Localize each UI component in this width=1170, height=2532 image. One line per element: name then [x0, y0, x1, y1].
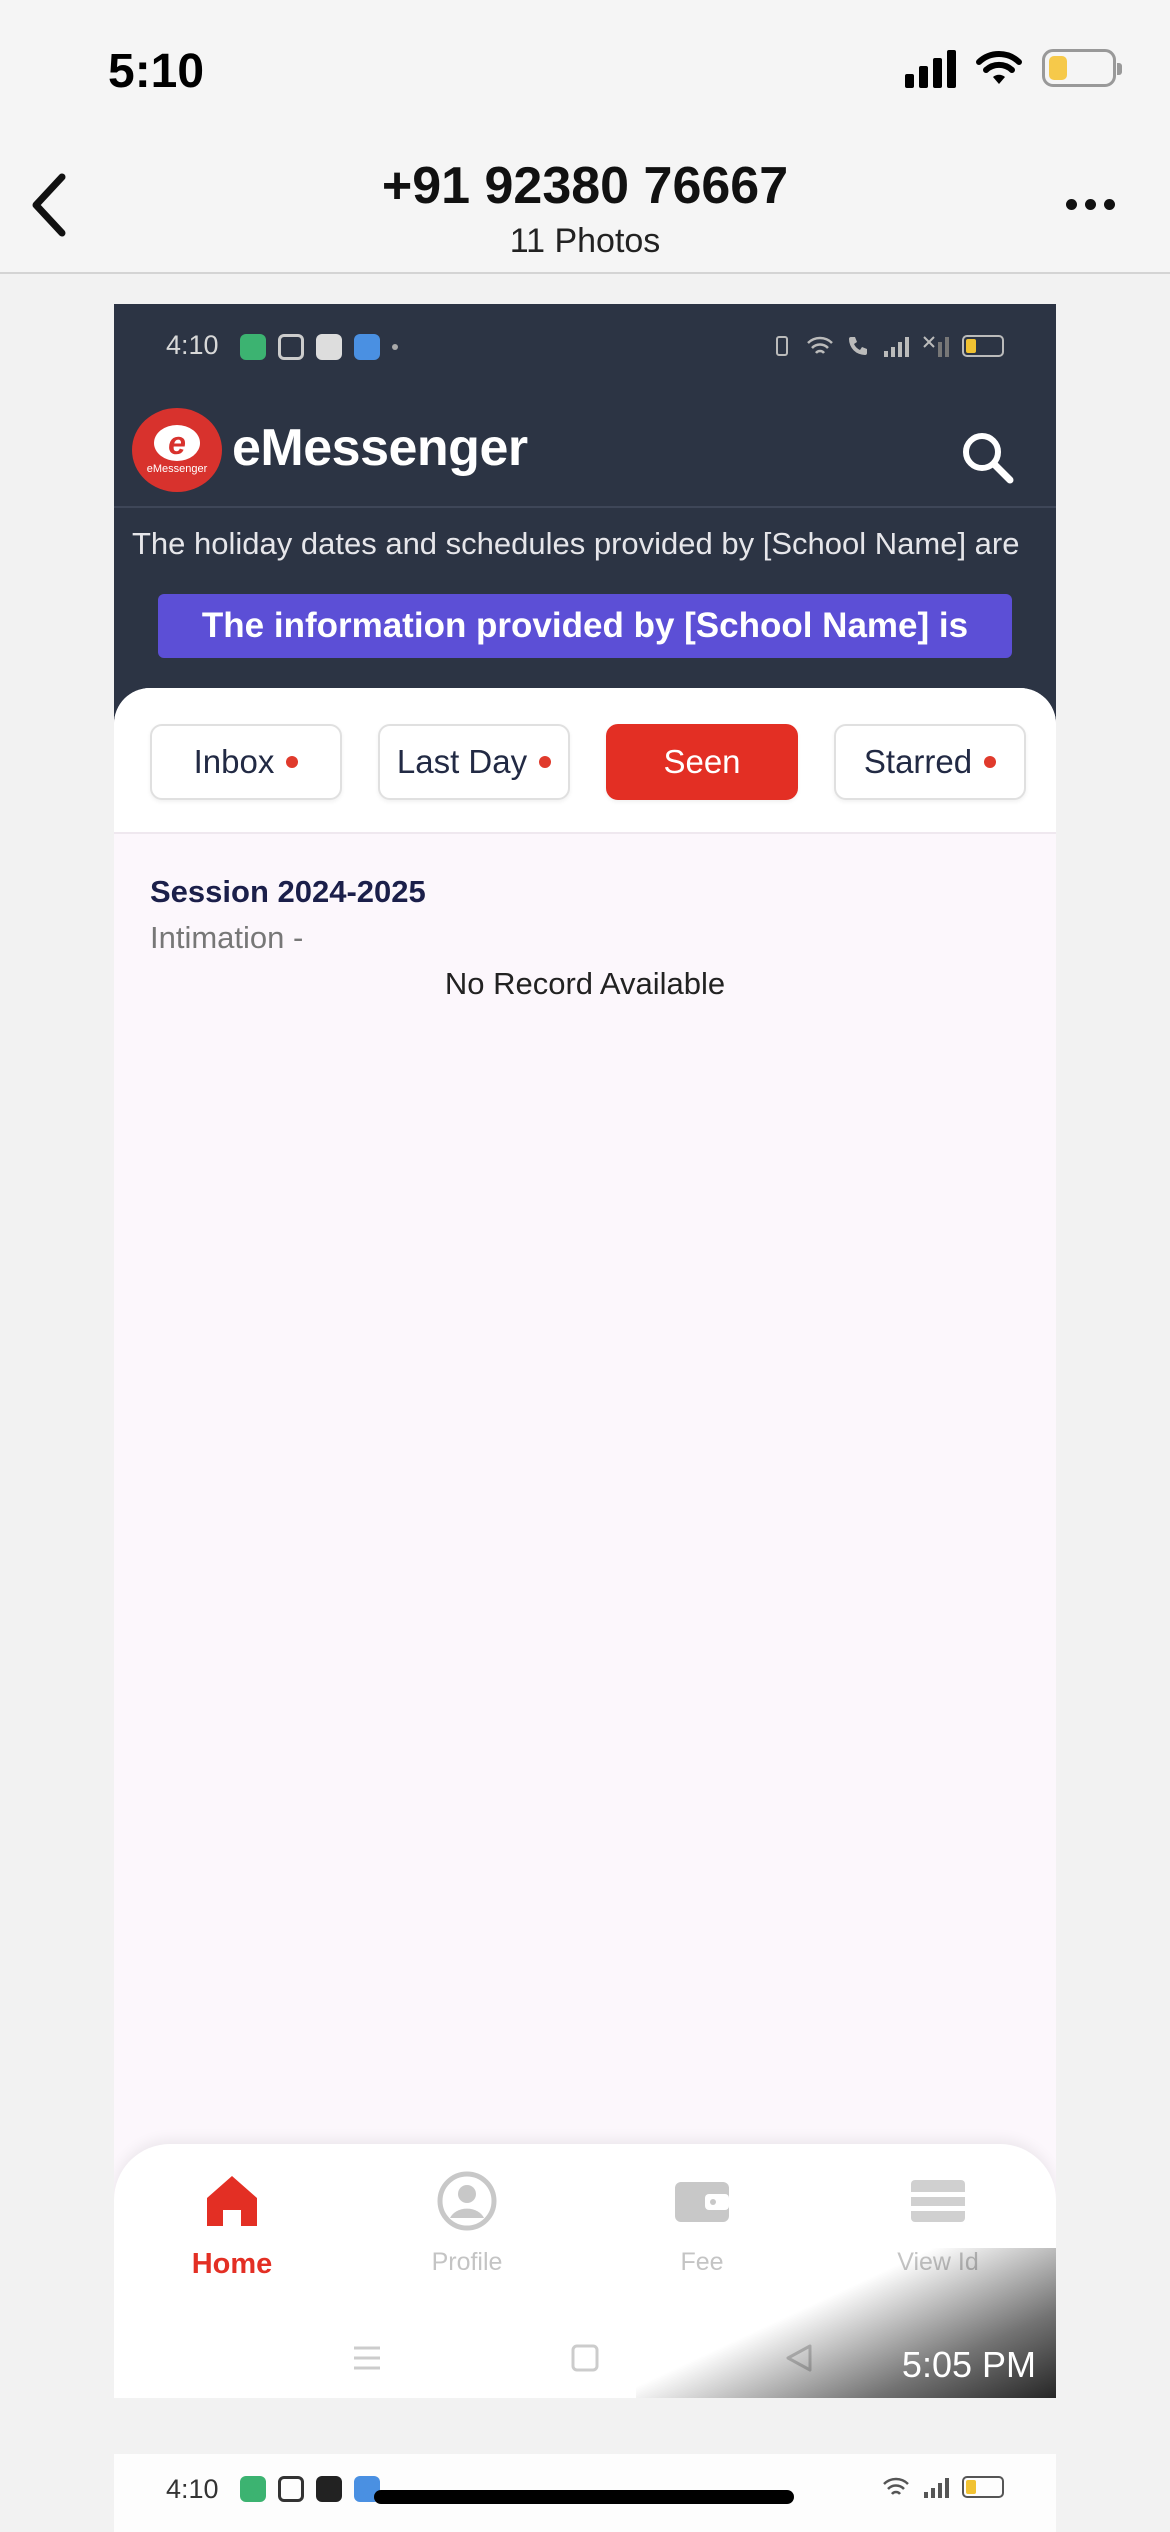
wallet-icon [675, 2182, 729, 2222]
session-heading: Session 2024-2025 [150, 874, 426, 909]
tab-starred[interactable]: Starred [834, 724, 1026, 800]
no-signal-icon [923, 336, 949, 357]
wifi-icon [807, 336, 833, 354]
nav-fee[interactable]: Fee [602, 2166, 802, 2277]
logo-wordmark: eMessenger [146, 463, 208, 475]
nav-label: Profile [431, 2248, 503, 2276]
unread-dot [286, 756, 299, 768]
unread-dot [539, 756, 552, 768]
status-time: 5:10 [108, 45, 205, 98]
photo-count: 11 Photos [509, 222, 661, 260]
tab-seen[interactable]: Seen [606, 724, 798, 800]
contact-title: +91 92380 76667 [381, 157, 789, 215]
android-battery-icon [962, 335, 1004, 357]
nav-label: Fee [680, 2248, 724, 2276]
profile-icon [437, 2171, 497, 2231]
tab-inbox[interactable]: Inbox [150, 724, 342, 800]
instagram-icon [278, 2476, 304, 2502]
battery-icon [1042, 49, 1122, 87]
recents-icon[interactable] [352, 2344, 382, 2372]
status-icons [905, 48, 1122, 88]
intimation-label: Intimation - [150, 920, 304, 955]
nav-profile[interactable]: Profile [367, 2166, 567, 2277]
unread-dot [984, 756, 997, 768]
tab-label: Inbox [193, 743, 275, 780]
wifi-icon [883, 2477, 909, 2495]
more-dot [1065, 198, 1077, 210]
announcement-ticker: The holiday dates and schedules provided… [132, 526, 1020, 561]
call-icon [849, 337, 867, 355]
android-system-icons [882, 2476, 1004, 2498]
more-dot [1084, 198, 1096, 210]
wifi-icon [976, 51, 1022, 84]
android-time: 4:10 [166, 2474, 219, 2504]
ios-status-bar: 5:10 [0, 0, 1170, 140]
home-indicator[interactable] [374, 2490, 794, 2504]
app-bar: e eMessenger eMessenger [114, 388, 1056, 508]
logo-letter: e [154, 425, 200, 461]
id-card-icon [911, 2180, 965, 2222]
nav-home[interactable]: Home [132, 2166, 332, 2281]
empty-state-message: No Record Available [444, 966, 726, 1001]
messages-app-icon [240, 334, 266, 360]
embedded-screenshot[interactable]: 4:10 e eMessenger eMessenger The holiday… [114, 304, 1056, 2398]
back-triangle-icon[interactable] [784, 2344, 814, 2372]
tab-label: Starred [863, 743, 973, 780]
signal-icon [884, 337, 909, 357]
messages-app-icon [240, 2476, 266, 2502]
notice-banner[interactable]: The information provided by [School Name… [158, 594, 1012, 658]
message-content: Inbox Last Day Seen Starred Session 2024… [114, 688, 1056, 2398]
nav-view-id[interactable]: View Id [838, 2166, 1038, 2277]
notification-icons [240, 334, 398, 360]
signal-icon [924, 2478, 949, 2498]
android-status-bar: 4:10 [114, 304, 1056, 384]
more-options-button[interactable] [1050, 184, 1130, 224]
android-time: 4:10 [166, 330, 219, 360]
instagram-icon [278, 334, 304, 360]
facebook-icon [316, 334, 342, 360]
tab-label: Seen [663, 743, 741, 780]
tab-last-day[interactable]: Last Day [378, 724, 570, 800]
app-header-area: 4:10 e eMessenger eMessenger The holiday… [114, 304, 1056, 734]
notification-dot [392, 344, 398, 350]
home-icon [207, 2176, 257, 2226]
android-battery-icon [962, 2476, 1004, 2498]
app-icon [354, 334, 380, 360]
vibrate-icon [776, 336, 788, 356]
more-dot [1103, 198, 1115, 210]
tab-label: Last Day [396, 743, 528, 780]
nav-label: Home [191, 2248, 273, 2280]
cellular-signal-icon [905, 48, 956, 88]
notification-icons [240, 2476, 380, 2502]
search-button[interactable] [958, 428, 1018, 488]
facebook-icon [316, 2476, 342, 2502]
photos-header: +91 92380 76667 11 Photos [0, 140, 1170, 274]
app-name: eMessenger [232, 419, 528, 477]
search-icon [963, 433, 1014, 484]
home-button-icon[interactable] [570, 2344, 600, 2372]
android-system-icons [770, 334, 1004, 358]
emessenger-logo: e eMessenger [132, 408, 222, 492]
filter-tabs: Inbox Last Day Seen Starred [114, 688, 1056, 834]
nav-label: View Id [897, 2248, 979, 2276]
photo-timestamp: 5:05 PM [901, 2344, 1036, 2385]
